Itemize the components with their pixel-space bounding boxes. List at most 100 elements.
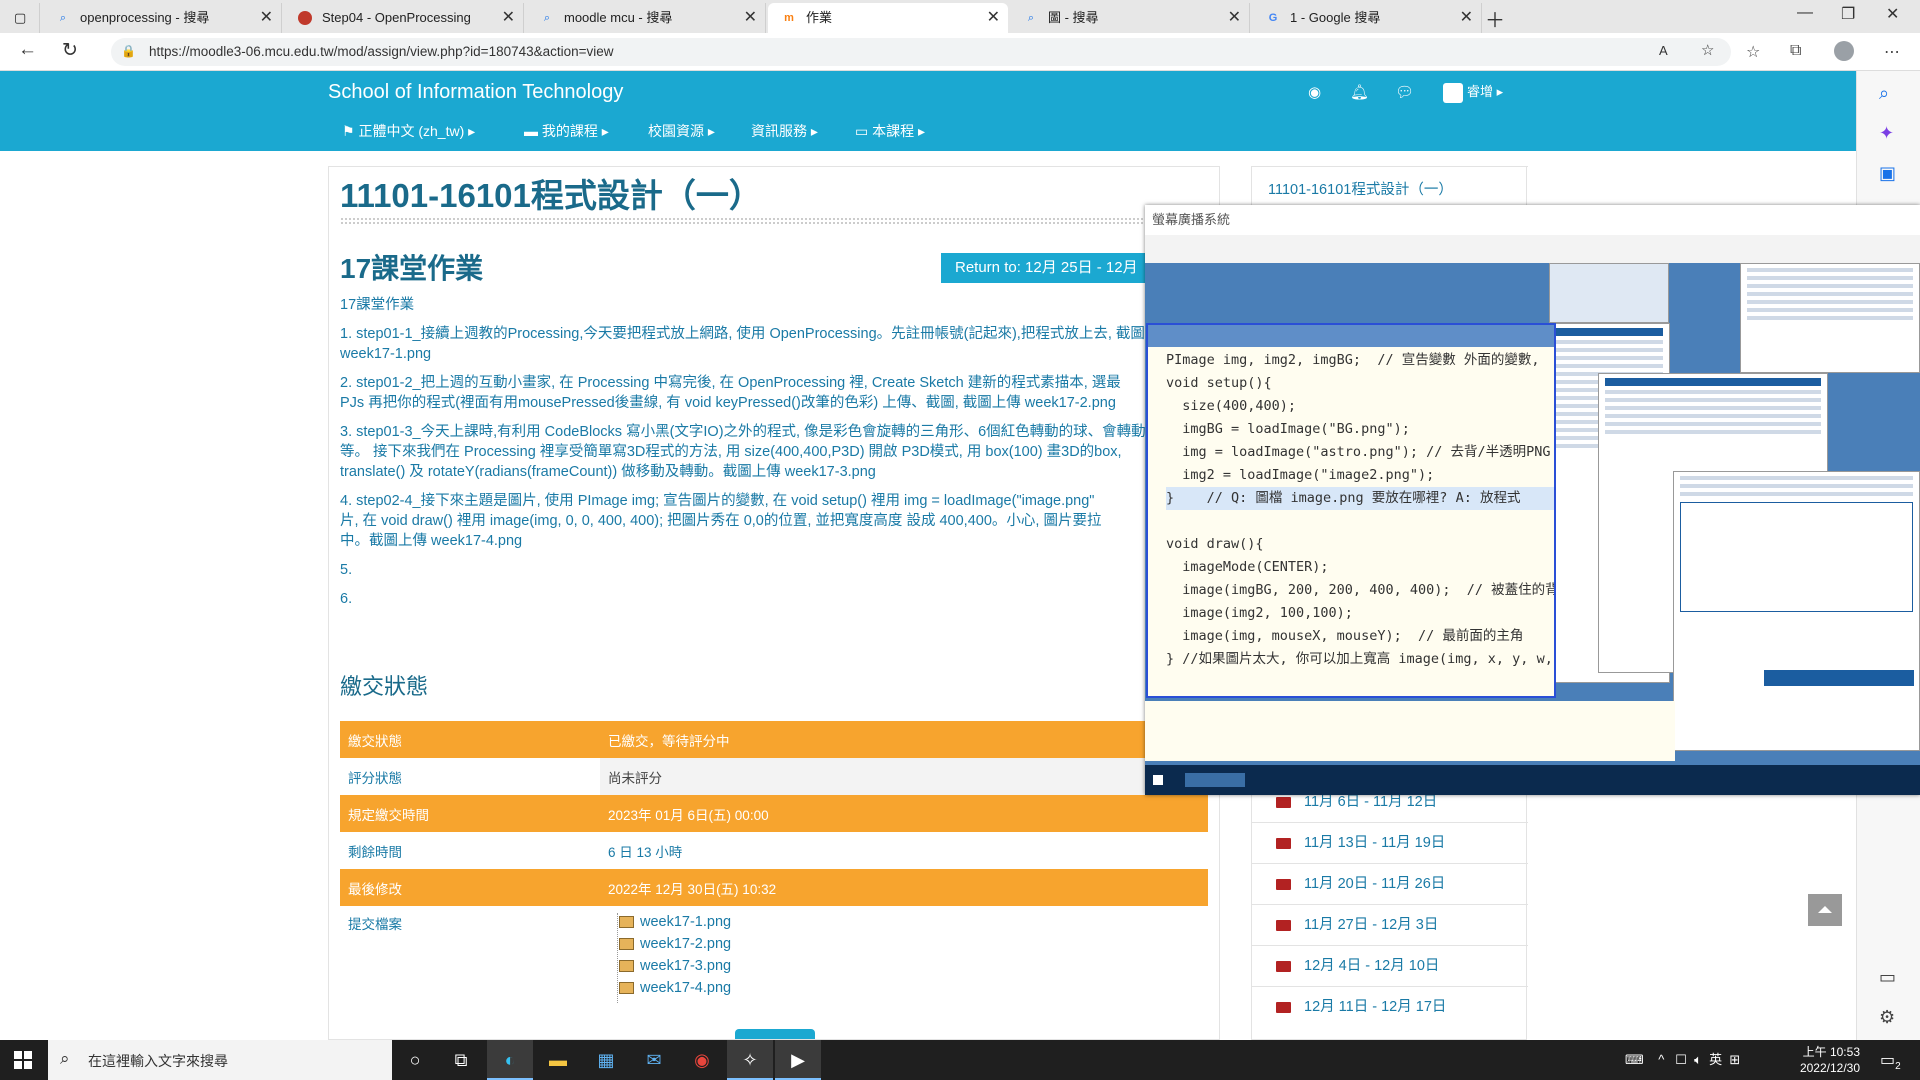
screen-broadcast-window[interactable]: 螢幕廣播系統 PImage img, img2, imgBG; // 宣告變數 … [1145, 205, 1920, 795]
restore-icon[interactable]: ❐ [1841, 4, 1855, 24]
edge-browser-icon[interactable]: ◐ [487, 1040, 533, 1080]
chevron-up-icon[interactable]: ^ [1658, 1052, 1664, 1067]
microsoft-store-icon[interactable]: ▦ [583, 1040, 629, 1080]
week-link[interactable]: 11月 27日 - 12月 3日 [1252, 904, 1528, 945]
week-link[interactable]: 11月 20日 - 11月 26日 [1252, 863, 1528, 904]
messages-icon[interactable]: 💬︎ [1395, 83, 1414, 101]
block-course-title[interactable]: 11101-16101程式設計（一） [1268, 178, 1453, 199]
user-menu[interactable]: 睿增 ▸ [1443, 81, 1503, 103]
site-title[interactable]: School of Information Technology [328, 81, 623, 104]
notification-center-icon[interactable]: ▭2 [1880, 1050, 1901, 1072]
week-label[interactable]: 11月 13日 - 11月 19日 [1304, 835, 1445, 851]
minimize-icon[interactable]: — [1797, 4, 1813, 22]
windows-start-icon[interactable] [14, 1051, 32, 1069]
close-icon[interactable]: ✕ [502, 3, 515, 33]
tab-google-search[interactable]: G 1 - Google 搜尋 ✕ [1252, 3, 1482, 33]
close-icon[interactable]: ✕ [260, 3, 273, 33]
tab-openprocessing-search[interactable]: ⌕ openprocessing - 搜尋 ✕ [42, 3, 282, 33]
keyboard-icon[interactable]: ⌨ [1625, 1052, 1644, 1067]
week-label[interactable]: 11月 20日 - 11月 26日 [1304, 876, 1445, 892]
file-name[interactable]: week17-1.png [640, 914, 731, 930]
file-name[interactable]: week17-2.png [640, 936, 731, 952]
edit-submission-button[interactable] [735, 1029, 815, 1039]
week-link[interactable]: 12月 4日 - 12月 10日 [1252, 945, 1528, 986]
volume-icon[interactable]: 🔈︎ [1694, 1052, 1702, 1067]
more-menu-icon[interactable]: ⋯ [1884, 42, 1900, 62]
taskbar-search-input[interactable]: ⌕ 在這裡輸入文字來搜尋 [48, 1040, 392, 1080]
processing-code-editor: PImage img, img2, imgBG; // 宣告變數 外面的變數, v… [1146, 323, 1556, 698]
lock-icon[interactable]: 🔒 [121, 44, 136, 58]
settings-gear-icon[interactable]: ⚙ [1879, 1007, 1895, 1028]
search-icon: ⌕ [1027, 12, 1035, 24]
tab-image-search[interactable]: ⌕ 圖 - 搜尋 ✕ [1010, 3, 1250, 33]
notifications-bell-icon[interactable]: 🔔︎ [1350, 83, 1369, 101]
file-link[interactable]: week17-3.png [619, 955, 731, 977]
favorites-icon[interactable]: ☆ [1746, 42, 1760, 62]
shopping-icon[interactable]: ▣ [1879, 163, 1896, 184]
file-link[interactable]: week17-2.png [619, 933, 731, 955]
file-name[interactable]: week17-4.png [640, 980, 731, 996]
week-label[interactable]: 11月 6日 - 11月 12日 [1304, 794, 1437, 810]
nav-campus-resources[interactable]: 校園資源 ▸ [648, 121, 715, 141]
nav-this-course[interactable]: ▭ 本課程 ▸ [855, 121, 925, 141]
nav-info-services-label: 資訊服務 [751, 123, 807, 139]
close-window-icon[interactable]: ✕ [1886, 4, 1899, 24]
add-favorite-icon[interactable]: ☆ [1701, 41, 1714, 59]
week-label[interactable]: 12月 11日 - 12月 17日 [1304, 999, 1446, 1015]
code-line: } //如果圖片太大, 你可以加上寬高 image(img, x, y, w, [1166, 651, 1553, 667]
step-4: 4. step02-4_接下來主題是圖片, 使用 PImage img; 宣告圖… [340, 491, 1219, 551]
media-player-icon[interactable]: ▶ [775, 1040, 821, 1080]
folder-icon [1276, 797, 1291, 808]
nav-my-courses[interactable]: ▬ 我的課程 ▸ [524, 121, 609, 141]
step-5: 5. [340, 562, 353, 578]
mail-icon[interactable]: ✉ [631, 1040, 677, 1080]
close-icon[interactable]: ✕ [1228, 3, 1241, 33]
profile-avatar-icon[interactable] [1834, 41, 1854, 61]
target-icon[interactable]: ◉ [1308, 83, 1321, 101]
new-tab-icon[interactable]: ＋ [1485, 4, 1505, 33]
url-text[interactable]: https://moodle3-06.mcu.edu.tw/mod/assign… [149, 44, 614, 59]
file-name[interactable]: week17-3.png [640, 958, 731, 974]
folder-icon [1276, 1002, 1291, 1013]
back-icon[interactable]: ← [18, 39, 37, 61]
week-link[interactable]: 12月 11日 - 12月 17日 [1252, 986, 1528, 1027]
code-line: void setup(){ [1166, 375, 1272, 391]
refresh-icon[interactable]: ↻ [62, 39, 78, 62]
week-label[interactable]: 11月 27日 - 12月 3日 [1304, 917, 1438, 933]
task-view-icon[interactable]: ⧉ [438, 1040, 484, 1080]
tab-openprocessing[interactable]: Step04 - OpenProcessing ✕ [284, 3, 524, 33]
week-link[interactable]: 11月 13日 - 11月 19日 [1252, 822, 1528, 863]
file-explorer-icon[interactable]: ▬ [535, 1040, 581, 1080]
close-icon[interactable]: ✕ [1460, 3, 1473, 33]
read-aloud-icon[interactable]: A [1659, 43, 1668, 58]
address-bar[interactable]: 🔒 https://moodle3-06.mcu.edu.tw/mod/assi… [111, 38, 1731, 66]
tab-assignment[interactable]: m 作業 ✕ [768, 3, 1008, 33]
close-icon[interactable]: ✕ [744, 3, 757, 33]
submission-status-heading: 繳交狀態 [340, 674, 429, 699]
ime-icon[interactable]: ⊞ [1729, 1052, 1740, 1067]
chrome-icon[interactable]: ◉ [679, 1040, 725, 1080]
windows-taskbar: ⌕ 在這裡輸入文字來搜尋 ○ ⧉ ◐ ▬ ▦ ✉ ◉ ✧ ▶ ⌨ ^ ☐ 🔈︎ … [0, 1040, 1920, 1080]
search-icon[interactable]: ⌕ [1879, 83, 1889, 104]
cortana-icon[interactable]: ○ [392, 1040, 438, 1080]
tab-title: openprocessing - 搜尋 [80, 10, 210, 25]
close-icon[interactable]: ✕ [987, 3, 1000, 33]
week-label[interactable]: 12月 4日 - 12月 10日 [1304, 958, 1439, 974]
step-text: 等。 接下來我們在 Processing 裡享受簡單寫3D程式的方法, 用 si… [340, 444, 1122, 460]
tab-moodle-search[interactable]: ⌕ moodle mcu - 搜尋 ✕ [526, 3, 766, 33]
file-link[interactable]: week17-4.png [619, 977, 731, 999]
system-clock[interactable]: 上午 10:53 2022/12/30 [1790, 1044, 1860, 1076]
codeblocks-icon[interactable]: ✧ [727, 1040, 773, 1080]
file-link[interactable]: week17-1.png [619, 911, 731, 933]
discover-icon[interactable]: ✦ [1879, 123, 1894, 144]
editor-console [1145, 701, 1675, 761]
tab-actions-button[interactable]: ▢ [0, 3, 40, 33]
scroll-to-top-button[interactable] [1808, 894, 1842, 926]
network-icon[interactable]: ☐ [1675, 1052, 1687, 1067]
nav-language[interactable]: ⚑ 正體中文 (zh_tw) ▸ [342, 121, 475, 141]
nav-info-services[interactable]: 資訊服務 ▸ [751, 121, 818, 141]
sidebar-layout-icon[interactable]: ▭ [1879, 967, 1896, 988]
collections-icon[interactable]: ⧉ [1790, 42, 1801, 60]
input-method-indicator[interactable]: 英 [1709, 1052, 1722, 1067]
